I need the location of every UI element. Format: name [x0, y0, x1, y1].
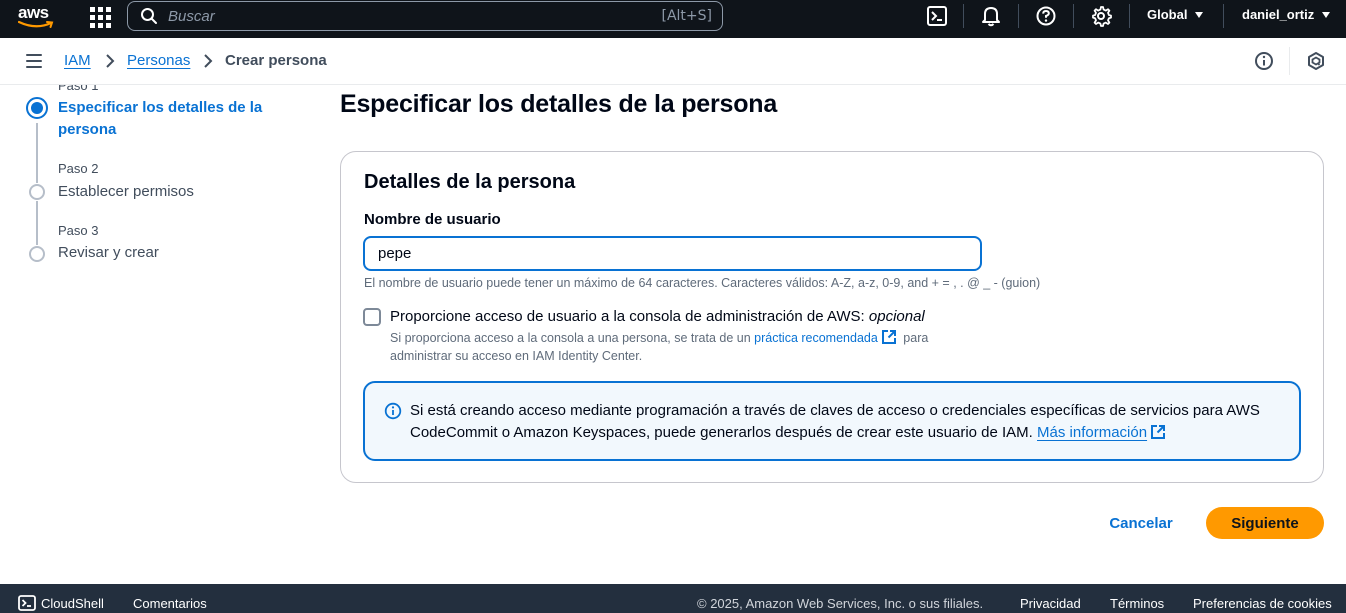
best-practice-link-text: práctica recomendada — [754, 331, 878, 345]
external-link-icon — [1151, 425, 1166, 439]
nav-divider — [1223, 4, 1224, 28]
learn-more-link-text: Más información — [1037, 424, 1148, 441]
footer: CloudShell Comentarios © 2025, Amazon We… — [0, 584, 1346, 613]
nav-divider — [1073, 4, 1074, 28]
search-shortcut: [Alt+S] — [661, 8, 713, 24]
step-1-title[interactable]: Especificar los detalles de la persona — [58, 97, 262, 141]
step-connector — [36, 201, 38, 245]
step-1-title-line1: Especificar los detalles de la — [58, 99, 263, 116]
footer-terms[interactable]: Términos — [1110, 596, 1164, 611]
console-desc-before: Si proporciona acceso a la consola a una… — [390, 331, 755, 345]
search-bar[interactable]: Buscar [Alt+S] — [127, 1, 723, 31]
breadcrumb-bar: IAM Personas Crear persona — [0, 38, 1346, 85]
step-connector — [36, 123, 38, 183]
optional-label: opcional — [868, 308, 925, 325]
chevron-right-icon — [106, 54, 115, 68]
console-access-checkbox[interactable] — [363, 308, 381, 326]
user-name: daniel_ortiz — [1242, 7, 1315, 22]
console-access-description: Si proporciona acceso a la consola a una… — [390, 329, 990, 365]
info-panel-icon[interactable] — [1254, 51, 1274, 71]
breadcrumb-current: Crear persona — [225, 52, 327, 69]
step-1-indicator — [26, 97, 48, 119]
page-title: Especificar los detalles de la persona — [340, 90, 778, 118]
nav-divider — [1018, 4, 1019, 28]
notifications-bell-icon[interactable] — [980, 5, 1002, 27]
nav-divider — [963, 4, 964, 28]
user-details-card: Detalles de la persona Nombre de usuario… — [340, 151, 1324, 483]
card-title: Detalles de la persona — [364, 171, 576, 193]
step-3-title: Revisar y crear — [58, 244, 159, 261]
footer-feedback[interactable]: Comentarios — [133, 596, 207, 611]
console-access-label[interactable]: Proporcione acceso de usuario a la conso… — [390, 308, 925, 325]
best-practice-link[interactable]: práctica recomendada — [754, 330, 900, 345]
info-alert-message: Si está creando acceso mediante programa… — [410, 400, 1270, 444]
info-alert: Si está creando acceso mediante programa… — [363, 381, 1301, 461]
footer-copyright: © 2025, Amazon Web Services, Inc. o sus … — [697, 596, 984, 611]
cancel-button[interactable]: Cancelar — [1100, 507, 1182, 539]
chevron-down-icon — [1195, 11, 1204, 18]
menu-toggle-icon[interactable] — [26, 54, 42, 68]
step-2-indicator — [29, 184, 45, 200]
services-menu-icon[interactable] — [88, 5, 111, 28]
toolbar-divider — [1289, 47, 1290, 75]
chevron-down-icon — [1322, 11, 1331, 18]
footer-privacy[interactable]: Privacidad — [1020, 596, 1081, 611]
region-label: Global — [1147, 7, 1188, 22]
learn-more-link[interactable]: Más información — [1037, 424, 1169, 441]
nav-divider — [1129, 4, 1130, 28]
username-input[interactable] — [363, 236, 982, 271]
step-3-label: Paso 3 — [58, 223, 99, 238]
region-selector[interactable]: Global — [1147, 7, 1204, 22]
step-2-label: Paso 2 — [58, 161, 99, 176]
help-icon[interactable] — [1035, 5, 1057, 27]
breadcrumb-iam[interactable]: IAM — [64, 52, 91, 69]
wizard-steps: Paso 1 Especificar los detalles de la pe… — [0, 85, 320, 584]
breadcrumb-personas[interactable]: Personas — [127, 52, 190, 69]
step-3-indicator — [29, 246, 45, 262]
step-1-title-line2: persona — [58, 121, 117, 138]
cloudshell-icon[interactable] — [926, 5, 948, 27]
footer-cookies[interactable]: Preferencias de cookies — [1193, 596, 1332, 611]
amazon-q-icon[interactable] — [1306, 51, 1326, 71]
chevron-right-icon — [204, 54, 213, 68]
search-icon — [141, 8, 157, 24]
footer-cloudshell[interactable]: CloudShell — [41, 596, 104, 611]
account-menu[interactable]: daniel_ortiz — [1242, 7, 1331, 22]
step-1-label: Paso 1 — [58, 85, 99, 93]
username-hint: El nombre de usuario puede tener un máxi… — [364, 276, 1041, 290]
console-access-text: Proporcione acceso de usuario a la conso… — [390, 308, 869, 325]
info-icon — [384, 402, 402, 420]
settings-gear-icon[interactable] — [1090, 5, 1112, 27]
aws-logo[interactable]: aws — [18, 3, 56, 33]
cloudshell-icon — [18, 595, 36, 611]
username-label: Nombre de usuario — [364, 211, 501, 228]
external-link-icon — [881, 330, 896, 344]
top-navigation: aws Buscar [Alt+S] Global daniel_ortiz — [0, 0, 1346, 38]
step-2-title: Establecer permisos — [58, 183, 194, 200]
search-placeholder: Buscar — [168, 8, 215, 25]
next-button[interactable]: Siguiente — [1206, 507, 1324, 539]
